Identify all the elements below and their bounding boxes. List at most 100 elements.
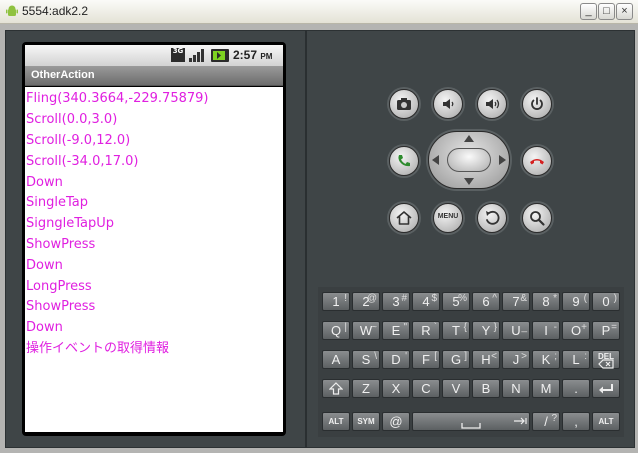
key-w[interactable]: ~ W [352,321,380,340]
key-alt-left[interactable]: ALT [322,412,350,431]
key-h[interactable]: < H [472,350,500,369]
key-t[interactable]: {T [442,321,470,340]
space-icon [461,423,481,429]
key-4[interactable]: $4 [412,292,440,311]
log-line: Scroll(-9.0,12.0) [26,133,131,148]
key-8[interactable]: * 8 [532,292,560,311]
minimize-button[interactable]: _ [580,3,597,20]
app-titlebar: OtherAction [25,66,283,86]
tab-arrow-icon [514,417,527,425]
log-line: Fling(340.3664,-229.75879) [26,91,209,106]
key-o[interactable]: + O [562,321,590,340]
key-a[interactable]: A [322,350,350,369]
key-comma[interactable]: , [562,412,590,431]
window-titlebar[interactable]: 5554:adk2.2 _ □ × [0,0,638,24]
key-del[interactable]: DEL [592,350,620,369]
key-s[interactable]: \ S [352,350,380,369]
shift-icon [329,381,343,395]
key-r[interactable]: ` R [412,321,440,340]
key-9[interactable]: (9 [562,292,590,311]
log-line: Down [26,320,63,335]
log-line: Down [26,175,63,190]
key-f[interactable]: [F [412,350,440,369]
key-g[interactable]: ] G [442,350,470,369]
log-line: ShowPress [26,237,96,252]
status-time: 2:57 PM [233,48,273,62]
call-button[interactable] [389,146,419,176]
key-at[interactable]: @ [382,412,410,431]
key-n[interactable]: N [502,379,530,398]
key-y[interactable]: } Y [472,321,500,340]
end-call-icon [530,159,544,165]
key-6[interactable]: ^ 6 [472,292,500,311]
key-k[interactable]: ; K [532,350,560,369]
dpad-left-icon[interactable] [432,155,439,165]
log-line: LongPress [26,279,92,294]
key-period[interactable]: . [562,379,590,398]
back-button[interactable] [477,203,507,233]
search-icon [530,211,545,226]
key-p[interactable]: = P [592,321,620,340]
key-1[interactable]: ! 1 [322,292,350,311]
network-3g-icon: 3G [171,48,185,62]
key-alt-right[interactable]: ALT [592,412,620,431]
window-title: 5554:adk2.2 [22,4,89,18]
key-5[interactable]: % 5 [442,292,470,311]
end-call-button[interactable] [522,146,552,176]
log-line: ShowPress [26,299,96,314]
camera-button[interactable] [389,89,419,119]
emulator-divider [305,30,307,448]
key-e[interactable]: " E [382,321,410,340]
key-space[interactable] [412,412,530,431]
key-q[interactable]: | Q [322,321,350,340]
volume-up-icon [486,99,500,109]
key-enter[interactable] [592,379,620,398]
log-line: SingleTap [26,195,88,210]
close-button[interactable]: × [616,3,633,20]
key-z[interactable]: Z [352,379,380,398]
log-line: SigngleTapUp [26,216,114,231]
log-line: Scroll(0.0,3.0) [26,112,118,127]
home-button[interactable] [389,203,419,233]
key-shift[interactable] [322,379,350,398]
key-v[interactable]: V [442,379,470,398]
log-line: Down [26,258,63,273]
key-3[interactable]: #3 [382,292,410,311]
android-app-icon [6,5,18,16]
key-7[interactable]: & 7 [502,292,530,311]
call-icon [398,155,410,167]
dpad-down-icon[interactable] [464,178,474,185]
home-icon [396,211,412,225]
key-l[interactable]: :L [562,350,590,369]
battery-icon [211,49,229,62]
volume-up-button[interactable] [477,89,507,119]
key-d[interactable]: ' D [382,350,410,369]
key-m[interactable]: M [532,379,560,398]
key-c[interactable]: C [412,379,440,398]
camera-icon [397,98,411,110]
app-content[interactable]: Fling(340.3664,-229.75879) Scroll(0.0,3.… [25,87,283,432]
backspace-icon [598,359,614,369]
search-button[interactable] [522,203,552,233]
dpad-center-button[interactable] [447,148,491,172]
app-title: OtherAction [31,69,95,81]
back-icon [486,210,500,225]
key-sym[interactable]: SYM [352,412,380,431]
volume-down-button[interactable] [433,89,463,119]
maximize-button[interactable]: □ [598,3,615,20]
signal-icon [189,49,204,62]
key-x[interactable]: X [382,379,410,398]
key-i[interactable]: -I [532,321,560,340]
device-status-bar[interactable]: 3G 2:57 PM [25,45,283,66]
dpad-right-icon[interactable] [499,155,506,165]
power-button[interactable] [522,89,552,119]
key-0[interactable]: ) 0 [592,292,620,311]
key-u[interactable]: _ U [502,321,530,340]
key-b[interactable]: B [472,379,500,398]
power-icon [531,97,543,110]
key-slash[interactable]: ? / [532,412,560,431]
key-j[interactable]: > J [502,350,530,369]
menu-button[interactable]: MENU [433,203,463,233]
key-2[interactable]: @2 [352,292,380,311]
dpad-up-icon[interactable] [464,135,474,142]
